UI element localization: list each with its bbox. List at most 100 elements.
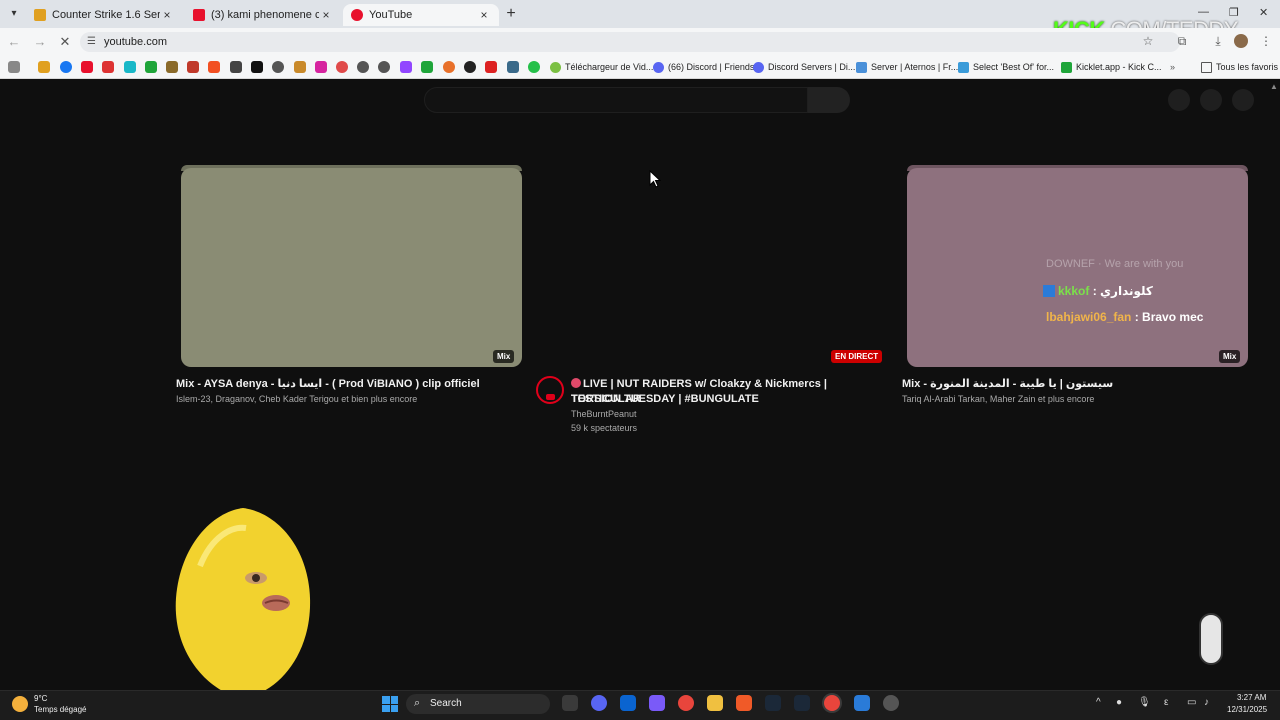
chrome-icon[interactable]	[678, 695, 694, 711]
youtube-icon[interactable]	[81, 61, 93, 73]
bookmark-label: Discord Servers | Di...	[768, 62, 856, 72]
gamepad-icon[interactable]	[187, 61, 199, 73]
copilot-icon[interactable]	[649, 695, 665, 711]
bookmark-icon[interactable]	[464, 61, 476, 73]
folder-icon	[1201, 61, 1212, 73]
instagram-icon[interactable]	[315, 61, 327, 73]
tab-kami[interactable]: (3) kami phenomene clash aiss ×	[185, 4, 341, 26]
notifications-button-placeholder[interactable]	[1200, 89, 1222, 111]
bookmark-item[interactable]: (66) Discord | Friends	[653, 60, 754, 74]
bookmark-icon[interactable]	[166, 61, 178, 73]
profile-avatar[interactable]	[1234, 34, 1248, 48]
obs-icon[interactable]	[883, 695, 899, 711]
tab-search-icon[interactable]: ▾	[6, 6, 22, 22]
tray-app-icon[interactable]: ●	[1116, 697, 1122, 708]
bookmark-icon[interactable]	[528, 61, 540, 73]
downloads-icon[interactable]: ⤓	[1210, 33, 1226, 49]
bookmark-icon[interactable]	[357, 61, 369, 73]
create-button-placeholder[interactable]	[1168, 89, 1190, 111]
task-view-icon[interactable]	[562, 695, 578, 711]
stop-loading-icon[interactable]: ✕	[57, 34, 73, 50]
forward-icon[interactable]: →	[32, 34, 48, 50]
weather-description[interactable]: Temps dégagé	[34, 705, 86, 714]
bookmark-item[interactable]: Kicklet.app - Kick C...	[1061, 60, 1162, 74]
steam-icon[interactable]	[794, 695, 810, 711]
video-thumbnail[interactable]	[181, 168, 522, 367]
bookmark-item[interactable]: Discord Servers | Di...	[753, 60, 855, 74]
tray-overflow-icon[interactable]: ^	[1096, 697, 1101, 708]
facebook-icon[interactable]	[60, 61, 72, 73]
chat-username: lbahjawi06_fan	[1046, 310, 1132, 324]
video-channels[interactable]: Tariq Al-Arabi Tarkan, Maher Zain et plu…	[902, 392, 1252, 406]
network-icon[interactable]: ▭	[1187, 697, 1196, 708]
close-tab-icon[interactable]: ×	[160, 8, 174, 22]
close-tab-icon[interactable]: ×	[477, 8, 491, 22]
search-input[interactable]	[424, 87, 808, 113]
steam-icon[interactable]	[765, 695, 781, 711]
extensions-icon[interactable]: ⧉	[1174, 33, 1190, 49]
bookmark-icon[interactable]	[443, 61, 455, 73]
bookmark-star-icon[interactable]: ☆	[1140, 33, 1156, 49]
taskbar-search-label: Search	[430, 698, 462, 709]
address-bar[interactable]: ☰ youtube.com	[80, 32, 1180, 52]
bookmark-icon[interactable]	[378, 61, 390, 73]
tab-counter-strike[interactable]: Counter Strike 1.6 Server List | S ×	[26, 4, 182, 26]
file-explorer-icon[interactable]	[707, 695, 723, 711]
apps-grid-icon[interactable]	[8, 61, 20, 73]
outlook-icon[interactable]	[620, 695, 636, 711]
huawei-icon[interactable]	[485, 61, 497, 73]
bookmark-icon[interactable]	[124, 61, 136, 73]
tab-youtube[interactable]: YouTube ×	[343, 4, 499, 26]
volume-icon[interactable]: ♪	[1204, 697, 1209, 708]
tiktok-icon[interactable]	[251, 61, 263, 73]
scroll-up-arrow-icon[interactable]: ▲	[1270, 82, 1278, 91]
all-bookmarks[interactable]: Tous les favoris	[1201, 60, 1278, 74]
taskbar-search[interactable]: ⌕ Search	[406, 694, 550, 714]
kick-icon[interactable]	[421, 61, 433, 73]
chat-message: lbahjawi06_fan : Bravo mec	[1046, 310, 1203, 324]
bookmark-icon[interactable]	[230, 61, 242, 73]
video-title[interactable]: Mix - سيستون | يا طيبة - المدينة المنورة	[902, 377, 1252, 392]
clock-time[interactable]: 3:27 AM	[1237, 693, 1266, 702]
more-bookmarks-chevron-icon[interactable]: »	[1170, 60, 1175, 74]
video-channels[interactable]: Islem-23, Draganov, Cheb Kader Terigou e…	[176, 392, 526, 406]
bookmark-icon[interactable]	[272, 61, 284, 73]
discord-icon[interactable]	[591, 695, 607, 711]
bookmark-icon[interactable]	[507, 61, 519, 73]
language-icon[interactable]: ε	[1164, 697, 1168, 708]
app-icon[interactable]	[854, 695, 870, 711]
kick-icon[interactable]	[145, 61, 157, 73]
bookmark-icon[interactable]	[336, 61, 348, 73]
weather-moon-icon[interactable]	[12, 696, 28, 712]
site-info-icon[interactable]: ☰	[87, 36, 99, 48]
search-button[interactable]	[808, 87, 850, 113]
bookmark-icon[interactable]	[102, 61, 114, 73]
back-icon[interactable]: ←	[6, 34, 22, 50]
bookmark-icon[interactable]	[38, 61, 50, 73]
bookmark-item[interactable]: Select 'Best Of' for...	[958, 60, 1054, 74]
chrome-active-icon[interactable]	[824, 695, 840, 711]
close-tab-icon[interactable]: ×	[319, 8, 333, 22]
video-title[interactable]: Mix - AYSA denya - ايسا دنيا - ( Prod Vi…	[176, 377, 526, 392]
bookmark-item[interactable]: Server | Aternos | Fr...	[856, 60, 958, 74]
bookmark-icon[interactable]	[294, 61, 306, 73]
channel-name[interactable]: TheBurntPeanut	[571, 407, 637, 421]
clock-date[interactable]: 12/31/2025	[1227, 705, 1267, 714]
microsoft-icon[interactable]	[208, 61, 220, 73]
bookmark-icon	[958, 61, 969, 73]
bookmark-label: Select 'Best Of' for...	[973, 62, 1054, 72]
new-tab-button[interactable]: +	[503, 6, 519, 22]
twitch-icon[interactable]	[400, 61, 412, 73]
microphone-icon[interactable]: 🎙	[1138, 697, 1151, 708]
weather-temperature[interactable]: 9°C	[34, 694, 47, 703]
lemon-character-overlay	[175, 508, 311, 698]
menu-icon[interactable]: ⋮	[1258, 33, 1274, 49]
windows-start-icon[interactable]	[382, 696, 398, 712]
video-title-line2[interactable]: TORSION TUESDAY | #BUNGULATE	[571, 392, 891, 407]
address-text[interactable]: youtube.com	[104, 36, 167, 48]
brave-icon[interactable]	[736, 695, 752, 711]
bookmark-item[interactable]: Téléchargeur de Vid...	[550, 60, 653, 74]
account-avatar-placeholder[interactable]	[1232, 89, 1254, 111]
chat-message-faint: DOWNEF · We are with you	[1046, 258, 1184, 270]
channel-avatar[interactable]	[536, 376, 564, 404]
